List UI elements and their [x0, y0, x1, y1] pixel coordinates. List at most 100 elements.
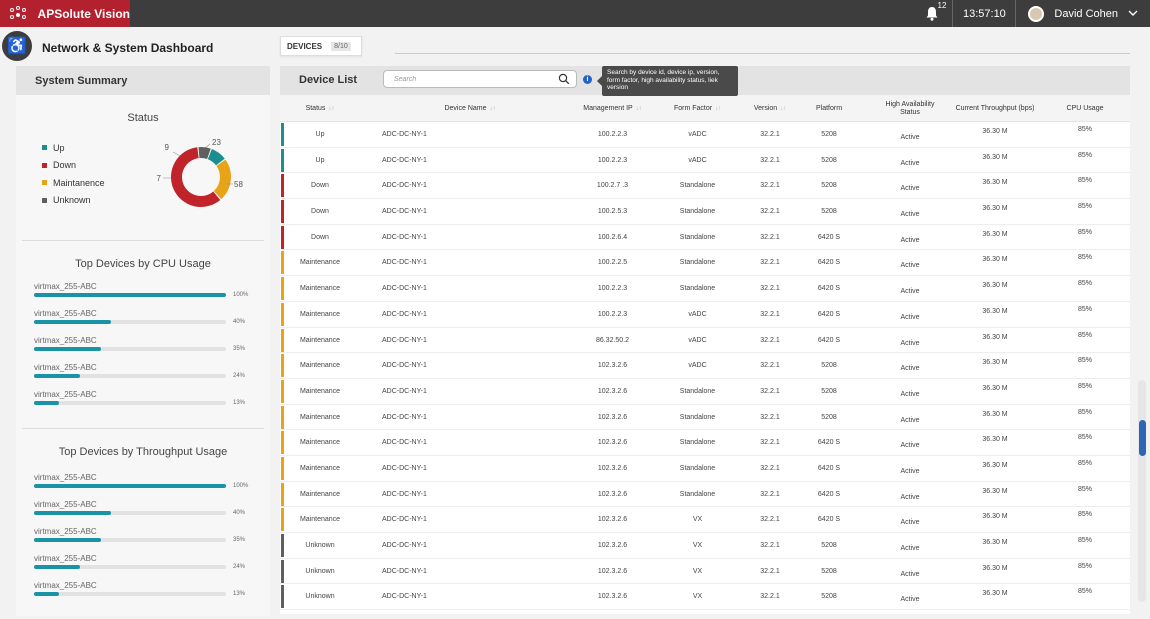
table-row[interactable]: Down ADC-DC-NY-1 100.2.6.4 Standalone 32.2.1…: [280, 225, 1130, 251]
cell-throughput: 36.30 M: [982, 461, 1008, 469]
usage-percent-label: 13%: [233, 400, 246, 406]
cell-platform: 6420 S: [817, 336, 841, 344]
top-bar: APSolute Vision 12 13:57:10 David Cohen: [0, 0, 1150, 27]
cell-name: ADC-DC-NY-1: [382, 336, 427, 344]
donut-value-label: 7: [157, 174, 162, 183]
search-icon[interactable]: [558, 73, 570, 85]
cell-cpu: 85%: [1077, 177, 1092, 185]
scrollbar-thumb[interactable]: [1139, 420, 1146, 456]
cell-platform: 5208: [821, 413, 837, 421]
cell-ip: 102.3.2.6: [597, 464, 628, 472]
column-header-version[interactable]: Version ↓↑: [740, 95, 800, 122]
usage-bar-row[interactable]: virtmax_255-ABC 24%: [34, 363, 264, 390]
usage-bar-track: [34, 374, 226, 378]
column-header-throughput[interactable]: Current Throughput (bps): [955, 95, 1035, 122]
cell-throughput: 36.30 M: [982, 333, 1008, 341]
column-header-ha-status[interactable]: High Availability Status: [880, 95, 940, 122]
info-icon[interactable]: i: [583, 75, 592, 84]
device-list-title: Device List: [299, 74, 358, 86]
table-row[interactable]: Down ADC-DC-NY-1 100.2.5.3 Standalone 32.2.1…: [280, 199, 1130, 225]
user-menu[interactable]: David Cohen: [1016, 0, 1150, 27]
accessibility-icon: ♿: [7, 38, 27, 55]
usage-bar-row[interactable]: virtmax_255-ABC 35%: [34, 527, 264, 554]
cell-version: 32.2.1: [760, 208, 780, 216]
table-row[interactable]: Maintenance ADC-DC-NY-1 102.3.2.6 Standalon…: [280, 482, 1130, 508]
cell-form: vADC: [688, 362, 707, 370]
cell-ip: 102.3.2.6: [597, 413, 628, 421]
search-input[interactable]: [384, 71, 554, 87]
accessibility-button[interactable]: ♿: [2, 31, 32, 61]
column-header-form-factor[interactable]: Form Factor ↓↑: [655, 95, 740, 122]
table-row[interactable]: Maintenance ADC-DC-NY-1 102.3.2.6 Standalon…: [280, 456, 1130, 482]
usage-bar-fill: [34, 592, 59, 596]
cell-throughput: 36.30 M: [982, 128, 1008, 135]
table-row[interactable]: Maintenance ADC-DC-NY-1 102.3.2.6 vADC 32.2.…: [280, 353, 1130, 379]
table-row[interactable]: Maintenance ADC-DC-NY-1 102.3.2.6 VX 32.2.1 6…: [280, 507, 1130, 533]
usage-bar-row[interactable]: virtmax_255-ABC 40%: [34, 500, 264, 527]
cell-name: ADC-DC-NY-1: [382, 285, 427, 293]
cell-platform: 5208: [821, 156, 837, 164]
table-row[interactable]: Maintenance ADC-DC-NY-1 102.3.2.6 Standalon…: [280, 379, 1130, 405]
column-header-status[interactable]: Status ↓↑: [290, 95, 350, 122]
column-header-management-ip[interactable]: Management IP ↓↑: [560, 95, 665, 122]
table-row[interactable]: Maintenance ADC-DC-NY-1 100.2.2.3 Standalon…: [280, 276, 1130, 302]
column-header-cpu-usage[interactable]: CPU Usage: [1055, 95, 1115, 122]
usage-bar-row[interactable]: virtmax_255-ABC 100%: [34, 282, 264, 309]
table-row[interactable]: Unknown ADC-DC-NY-1 102.3.2.6 VX 32.2.1 5208 A…: [280, 559, 1130, 585]
cell-ha: Active: [900, 339, 920, 347]
usage-bar-row[interactable]: virtmax_255-ABC 13%: [34, 390, 264, 417]
cell-name: ADC-DC-NY-1: [382, 516, 427, 524]
column-header-device-name[interactable]: Device Name ↓↑: [380, 95, 560, 122]
cell-cpu: 85%: [1077, 331, 1092, 339]
usage-bar-row[interactable]: virtmax_255-ABC 40%: [34, 309, 264, 336]
table-row[interactable]: Maintenance ADC-DC-NY-1 102.3.2.6 Standalon…: [280, 430, 1130, 456]
table-row[interactable]: Maintenance ADC-DC-NY-1 100.2.2.5 Standalon…: [280, 250, 1130, 277]
clock: 13:57:10: [962, 7, 1006, 20]
usage-bar-row[interactable]: virtmax_255-ABC 35%: [34, 336, 264, 363]
usage-percent-label: 24%: [233, 564, 246, 570]
table-row[interactable]: Maintenance ADC-DC-NY-1 102.3.2.6 Standalon…: [280, 405, 1130, 431]
cell-ha: Active: [900, 519, 920, 527]
cell-platform: 5208: [821, 387, 837, 395]
device-name-label: virtmax_255-ABC: [34, 363, 97, 372]
table-row[interactable]: Unknown ADC-DC-NY-1 102.3.2.6 VX 32.2.1 5208 A…: [280, 533, 1130, 559]
usage-bar-row[interactable]: virtmax_255-ABC 100%: [34, 473, 264, 500]
logo-block[interactable]: APSolute Vision: [0, 0, 130, 27]
status-indicator: [281, 585, 284, 609]
table-row[interactable]: Up ADC-DC-NY-1 100.2.2.3 vADC 32.2.1 5208 Acti…: [280, 122, 1130, 148]
table-row[interactable]: Unknown ADC-DC-NY-1 102.3.2.6 VX 32.2.1 5208 A…: [280, 584, 1130, 611]
donut-slice-maintanence[interactable]: [213, 159, 231, 200]
cell-throughput: 36.30 M: [982, 384, 1008, 392]
usage-bar-row[interactable]: virtmax_255-ABC 24%: [34, 554, 264, 581]
cell-throughput: 36.30 M: [982, 256, 1008, 264]
table-row[interactable]: Maintenance ADC-DC-NY-1 86.32.50.2 vADC 32.2…: [280, 328, 1130, 354]
cpu-usage-bars: virtmax_255-ABC 100% virtmax_255-ABC 40% vir…: [34, 282, 264, 417]
usage-bar-track: [34, 538, 226, 542]
cell-throughput: 36.30 M: [982, 436, 1008, 444]
table-row[interactable]: Maintenance ADC-DC-NY-1 100.2.2.3 vADC 32.2.…: [280, 302, 1130, 328]
cell-throughput: 36.30 M: [982, 487, 1008, 495]
cell-status: Maintenance: [299, 490, 341, 498]
cell-throughput: 36.30 M: [982, 539, 1008, 546]
tab-devices[interactable]: DEVICES 8/10: [280, 36, 362, 56]
cell-throughput: 36.30 M: [982, 410, 1008, 418]
usage-bar-row[interactable]: virtmax_255-ABC 13%: [34, 581, 264, 608]
usage-bar-fill: [34, 484, 226, 488]
cell-name: ADC-DC-NY-1: [382, 182, 427, 190]
usage-bar-track: [34, 565, 226, 569]
scrollbar-track[interactable]: [1138, 380, 1146, 602]
status-indicator: [281, 482, 284, 506]
cell-form: vADC: [688, 336, 707, 344]
cell-version: 32.2.1: [760, 156, 780, 164]
tabs-row: DEVICES 8/10: [280, 36, 362, 56]
usage-bar-track: [34, 320, 226, 324]
column-header-platform[interactable]: Platform: [803, 95, 855, 122]
table-row[interactable]: Down ADC-DC-NY-1 100.2.7 .3 Standalone 32.2.…: [280, 173, 1130, 200]
cell-platform: 5208: [821, 593, 837, 601]
cell-name: ADC-DC-NY-1: [382, 439, 427, 447]
cell-ha: Active: [900, 545, 920, 552]
sort-icon: ↓↑: [328, 105, 335, 112]
notifications-button[interactable]: 12: [912, 0, 952, 27]
cell-name: ADC-DC-NY-1: [382, 413, 427, 421]
table-row[interactable]: Up ADC-DC-NY-1 100.2.2.3 vADC 32.2.1 5208 Acti…: [280, 148, 1130, 174]
